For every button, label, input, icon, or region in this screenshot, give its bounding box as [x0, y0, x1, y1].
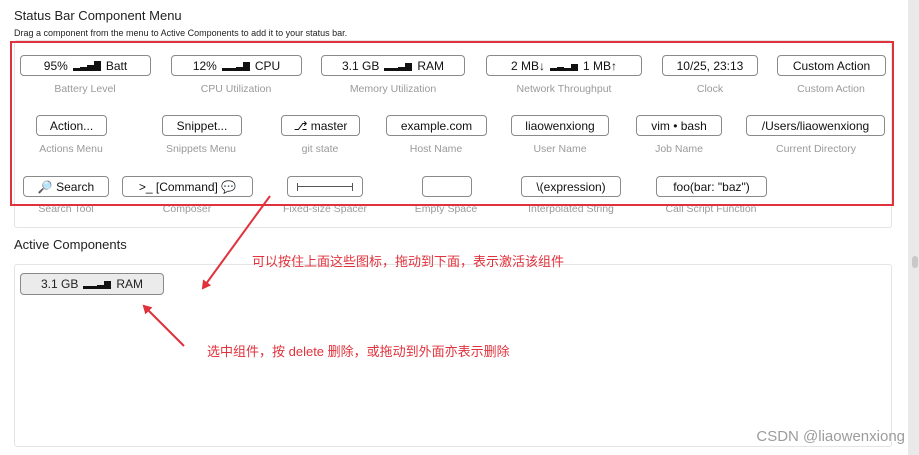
drag-arrow — [201, 195, 271, 290]
delete-arrow — [142, 304, 185, 347]
scrollbar[interactable] — [908, 0, 919, 455]
annotation-arrows — [142, 195, 271, 347]
watermark: CSDN @liaowenxiong — [756, 428, 905, 445]
scrollbar-thumb[interactable] — [912, 256, 918, 268]
